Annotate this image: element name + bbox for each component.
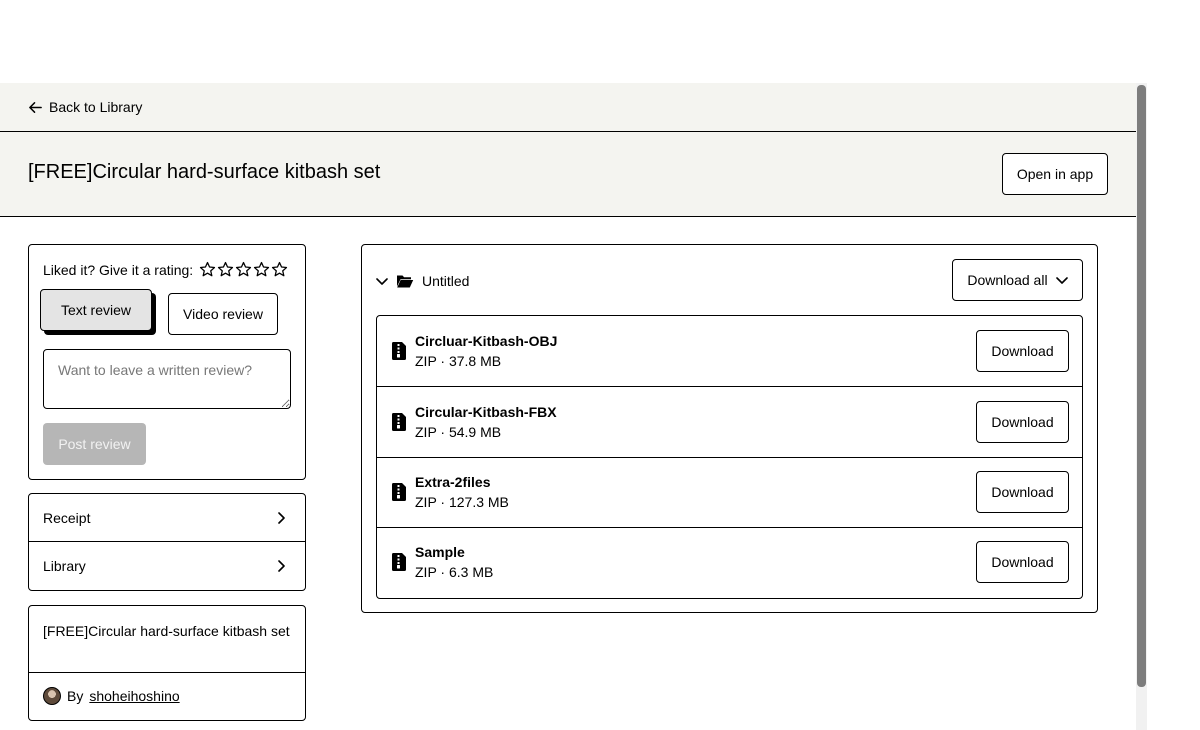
file-name: Sample	[415, 544, 465, 560]
review-textarea[interactable]	[43, 349, 291, 409]
file-list: Circluar-Kitbash-OBJ ZIP · 37.8 MB Downl…	[376, 315, 1083, 599]
star-icon[interactable]	[199, 261, 216, 278]
zip-file-icon	[391, 483, 406, 501]
download-button[interactable]: Download	[976, 471, 1069, 513]
file-name: Circular-Kitbash-FBX	[415, 404, 557, 420]
chevron-down-icon	[1055, 277, 1068, 284]
video-review-tab[interactable]: Video review	[168, 293, 278, 335]
content-page: Back to Library [FREE]Circular hard-surf…	[0, 83, 1136, 730]
arrow-left-icon	[29, 101, 42, 113]
download-button[interactable]: Download	[976, 330, 1069, 372]
open-in-app-button[interactable]: Open in app	[1002, 153, 1108, 195]
divider	[29, 672, 305, 673]
file-row: Extra-2files ZIP · 127.3 MB Download	[377, 457, 1082, 528]
rating-prompt: Liked it? Give it a rating:	[43, 261, 194, 278]
file-meta: ZIP · 54.9 MB	[415, 424, 502, 440]
library-link[interactable]: Library	[29, 542, 305, 590]
star-icon[interactable]	[235, 261, 252, 278]
chevron-right-icon	[278, 560, 285, 572]
file-name: Extra-2files	[415, 474, 491, 490]
receipt-link-label: Receipt	[43, 509, 91, 526]
star-icon[interactable]	[217, 261, 234, 278]
chevron-down-icon	[376, 278, 388, 285]
file-meta: ZIP · 6.3 MB	[415, 564, 494, 580]
library-link-label: Library	[43, 558, 86, 574]
star-icon[interactable]	[253, 261, 270, 278]
post-review-button[interactable]: Post review	[43, 423, 146, 465]
folder-row: Untitled Download all	[376, 259, 1083, 303]
chevron-right-icon	[278, 511, 285, 524]
file-row: Circular-Kitbash-FBX ZIP · 54.9 MB Downl…	[377, 387, 1082, 458]
top-bar: Back to Library	[0, 83, 1136, 132]
zip-file-icon	[391, 413, 406, 431]
star-icon[interactable]	[271, 261, 288, 278]
folder-toggle[interactable]: Untitled	[376, 273, 469, 289]
rating-row: Liked it? Give it a rating:	[43, 261, 288, 278]
links-card: Receipt Library	[28, 493, 306, 591]
zip-file-icon	[391, 553, 406, 571]
receipt-link[interactable]: Receipt	[29, 494, 305, 542]
product-card: [FREE]Circular hard-surface kitbash set …	[28, 605, 306, 721]
rating-card: Liked it? Give it a rating: Text review …	[28, 244, 306, 480]
product-name: [FREE]Circular hard-surface kitbash set	[43, 623, 290, 639]
file-row: Sample ZIP · 6.3 MB Download	[377, 527, 1082, 598]
scrollbar-thumb[interactable]	[1137, 85, 1146, 687]
avatar	[43, 687, 61, 705]
download-all-button[interactable]: Download all	[952, 259, 1083, 301]
file-meta: ZIP · 127.3 MB	[415, 494, 509, 510]
download-button[interactable]: Download	[976, 541, 1069, 583]
file-meta: ZIP · 37.8 MB	[415, 353, 502, 369]
files-card: Untitled Download all Circluar-Kitbash-O…	[361, 244, 1098, 613]
folder-name: Untitled	[422, 273, 470, 289]
folder-open-icon	[397, 275, 414, 288]
creator-row: By shoheihoshino	[43, 687, 180, 705]
by-label: By	[67, 688, 84, 704]
download-button[interactable]: Download	[976, 401, 1069, 443]
file-name: Circluar-Kitbash-OBJ	[415, 333, 558, 349]
star-rating	[199, 261, 288, 278]
download-all-label: Download all	[967, 272, 1048, 288]
text-review-tab[interactable]: Text review	[40, 289, 152, 331]
page-title: [FREE]Circular hard-surface kitbash set	[28, 161, 381, 183]
file-row: Circluar-Kitbash-OBJ ZIP · 37.8 MB Downl…	[377, 316, 1082, 387]
creator-link[interactable]: shoheihoshino	[89, 688, 179, 704]
product-header: [FREE]Circular hard-surface kitbash set …	[0, 132, 1136, 217]
back-link-label: Back to Library	[49, 99, 143, 115]
zip-file-icon	[391, 342, 406, 360]
back-to-library-link[interactable]: Back to Library	[28, 99, 142, 115]
vertical-scrollbar[interactable]	[1136, 83, 1147, 730]
